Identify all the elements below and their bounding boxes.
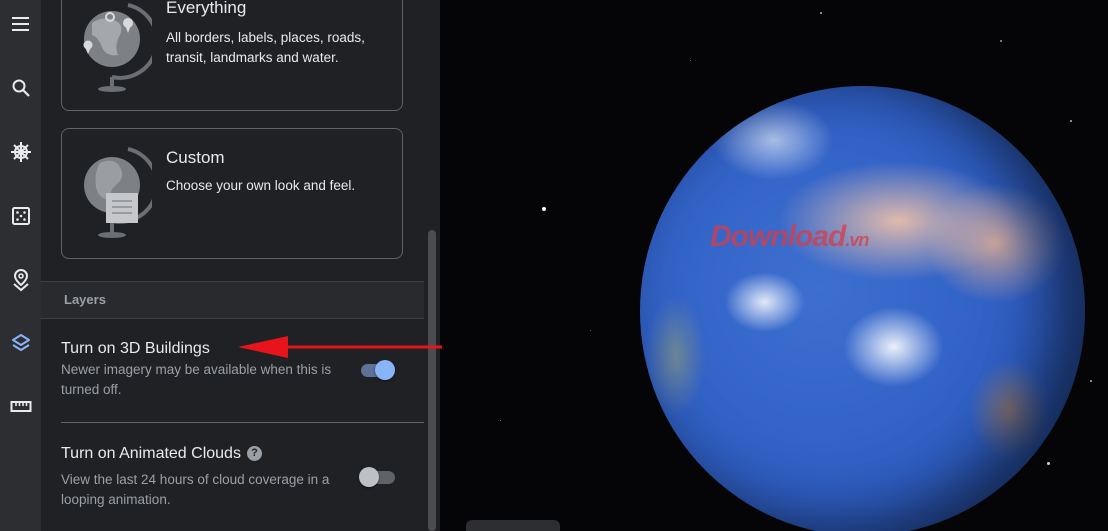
star xyxy=(820,12,822,14)
projects-button[interactable] xyxy=(0,264,41,296)
annotation-arrow-icon xyxy=(238,336,442,358)
search-button[interactable] xyxy=(0,72,41,104)
search-icon xyxy=(12,79,30,97)
setting-title-text: Turn on Animated Clouds xyxy=(61,445,241,462)
bottom-drawer-handle[interactable] xyxy=(466,520,560,531)
globe-custom-icon xyxy=(84,147,152,238)
map-style-card-everything[interactable]: Everything All borders, labels, places, … xyxy=(61,0,403,111)
map-style-description: All borders, labels, places, roads, tran… xyxy=(166,30,365,65)
setting-description: Newer imagery may be available when this… xyxy=(61,362,332,397)
menu-button[interactable] xyxy=(0,8,41,40)
ruler-measure-icon xyxy=(10,401,31,412)
dice-feeling-lucky-icon xyxy=(11,207,30,225)
star xyxy=(542,207,546,211)
setting-description: View the last 24 hours of cloud coverage… xyxy=(61,472,330,507)
earth-globe[interactable] xyxy=(640,86,1085,531)
panel-scrollbar[interactable] xyxy=(428,230,436,531)
star xyxy=(500,420,501,421)
3d-buildings-toggle[interactable] xyxy=(359,360,399,380)
measure-button[interactable] xyxy=(0,391,41,423)
setting-divider xyxy=(61,422,424,423)
help-icon[interactable]: ? xyxy=(246,446,262,461)
feeling-lucky-button[interactable] xyxy=(0,200,41,232)
voyager-ship-wheel-icon xyxy=(10,142,31,162)
globe-everything-icon xyxy=(83,3,152,92)
setting-title: Turn on Animated Clouds? xyxy=(61,445,262,463)
globe-viewport[interactable] xyxy=(440,0,1108,531)
star xyxy=(1090,380,1092,382)
map-style-card-custom[interactable]: Custom Choose your own look and feel. xyxy=(61,128,403,259)
map-style-panel: Everything All borders, labels, places, … xyxy=(41,0,440,531)
watermark-text: Download xyxy=(710,220,846,253)
star xyxy=(690,60,691,61)
projects-pin-icon xyxy=(12,268,29,292)
toggle-knob xyxy=(375,360,395,380)
star xyxy=(1047,462,1050,465)
layers-button[interactable] xyxy=(0,327,41,359)
star xyxy=(590,330,591,331)
watermark: Download.vn xyxy=(710,220,869,254)
setting-title: Turn on 3D Buildings xyxy=(61,340,210,357)
star xyxy=(1000,40,1002,42)
voyager-button[interactable] xyxy=(0,136,41,168)
menu-icon xyxy=(11,17,29,31)
map-style-title: Custom xyxy=(166,148,225,167)
map-style-title: Everything xyxy=(166,0,247,17)
layers-icon xyxy=(11,334,30,351)
toggle-knob xyxy=(359,467,379,487)
sidebar-rail xyxy=(0,0,41,531)
watermark-suffix: .vn xyxy=(845,230,869,250)
layers-section-title: Layers xyxy=(64,292,106,307)
animated-clouds-toggle[interactable] xyxy=(359,467,399,487)
star xyxy=(1070,120,1072,122)
layers-section-header: Layers xyxy=(41,281,424,319)
map-style-description: Choose your own look and feel. xyxy=(166,178,356,193)
